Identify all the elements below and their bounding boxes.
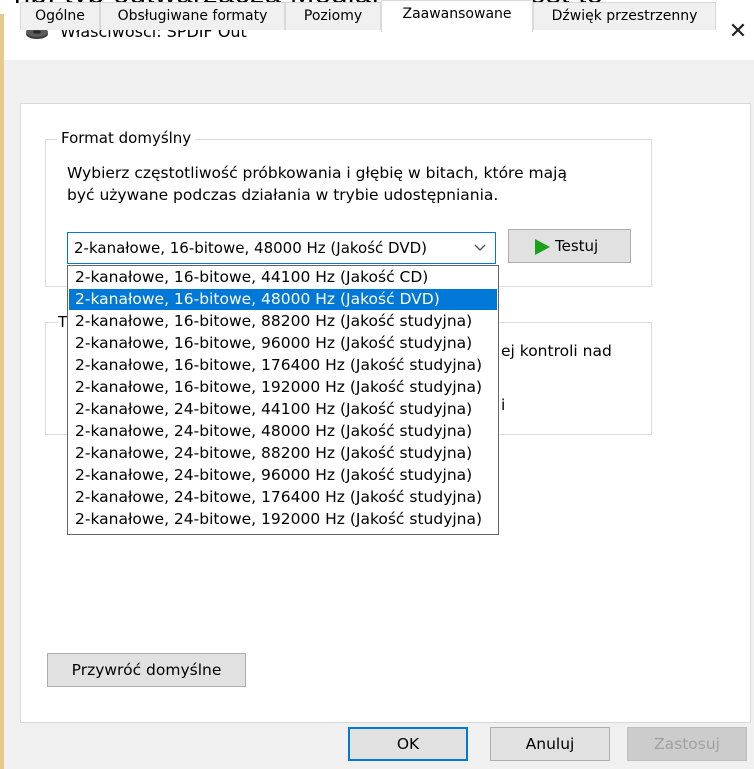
exclusive-mode-text-line2: i [501, 396, 506, 414]
dropdown-option[interactable]: 2-kanałowe, 24-bitowe, 192000 Hz (Jakość… [69, 509, 497, 530]
dropdown-option[interactable]: 2-kanałowe, 24-bitowe, 48000 Hz (Jakość … [69, 421, 497, 442]
dropdown-option[interactable]: 2-kanałowe, 24-bitowe, 176400 Hz (Jakość… [69, 487, 497, 508]
close-button[interactable]: ✕ [722, 16, 754, 48]
restore-defaults-button[interactable]: Przywróć domyślne [47, 653, 246, 687]
dropdown-option[interactable]: 2-kanałowe, 24-bitowe, 96000 Hz (Jakość … [69, 465, 497, 486]
dropdown-option[interactable]: 2-kanałowe, 16-bitowe, 96000 Hz (Jakość … [69, 333, 497, 354]
tab-levels[interactable]: Poziomy [285, 2, 381, 30]
tab-advanced[interactable]: Zaawansowane [381, 0, 533, 32]
cancel-button[interactable]: Anuluj [490, 727, 610, 761]
dropdown-option[interactable]: 2-kanałowe, 24-bitowe, 44100 Hz (Jakość … [69, 399, 497, 420]
ok-button[interactable]: OK [348, 727, 468, 761]
exclusive-mode-text-line1: ej kontroli nad [501, 342, 612, 360]
default-format-description-line2: być używane podczas działania w trybie u… [67, 186, 499, 204]
tab-spatial-sound[interactable]: Dźwięk przestrzenny [533, 2, 716, 30]
format-dropdown-list: 2-kanałowe, 16-bitowe, 44100 Hz (Jakość … [67, 265, 499, 535]
tab-supported-formats[interactable]: Obsługiwane formaty [100, 2, 285, 30]
exclusive-mode-legend: T [58, 313, 68, 331]
default-format-description-line1: Wybierz częstotliwość próbkowania i głęb… [67, 164, 567, 182]
dropdown-option[interactable]: 2-kanałowe, 16-bitowe, 88200 Hz (Jakość … [69, 311, 497, 332]
default-format-combobox[interactable]: 2-kanałowe, 16-bitowe, 48000 Hz (Jakość … [67, 232, 496, 264]
dropdown-option-selected[interactable]: 2-kanałowe, 16-bitowe, 48000 Hz (Jakość … [69, 289, 497, 310]
tab-general[interactable]: Ogólne [20, 2, 100, 30]
dropdown-option[interactable]: 2-kanałowe, 24-bitowe, 88200 Hz (Jakość … [69, 443, 497, 464]
play-icon [535, 239, 550, 255]
test-button-label: Testuj [555, 237, 599, 255]
dropdown-option[interactable]: 2-kanałowe, 16-bitowe, 176400 Hz (Jakość… [69, 355, 497, 376]
apply-button[interactable]: Zastosuj [627, 727, 747, 761]
chevron-down-icon [474, 244, 486, 251]
default-format-legend: Format domyślny [57, 129, 196, 147]
dropdown-option[interactable]: 2-kanałowe, 16-bitowe, 192000 Hz (Jakość… [69, 377, 497, 398]
dropdown-option[interactable]: 2-kanałowe, 16-bitowe, 44100 Hz (Jakość … [69, 267, 497, 288]
combobox-selected-value: 2-kanałowe, 16-bitowe, 48000 Hz (Jakość … [74, 239, 428, 257]
test-button[interactable]: Testuj [508, 229, 631, 263]
